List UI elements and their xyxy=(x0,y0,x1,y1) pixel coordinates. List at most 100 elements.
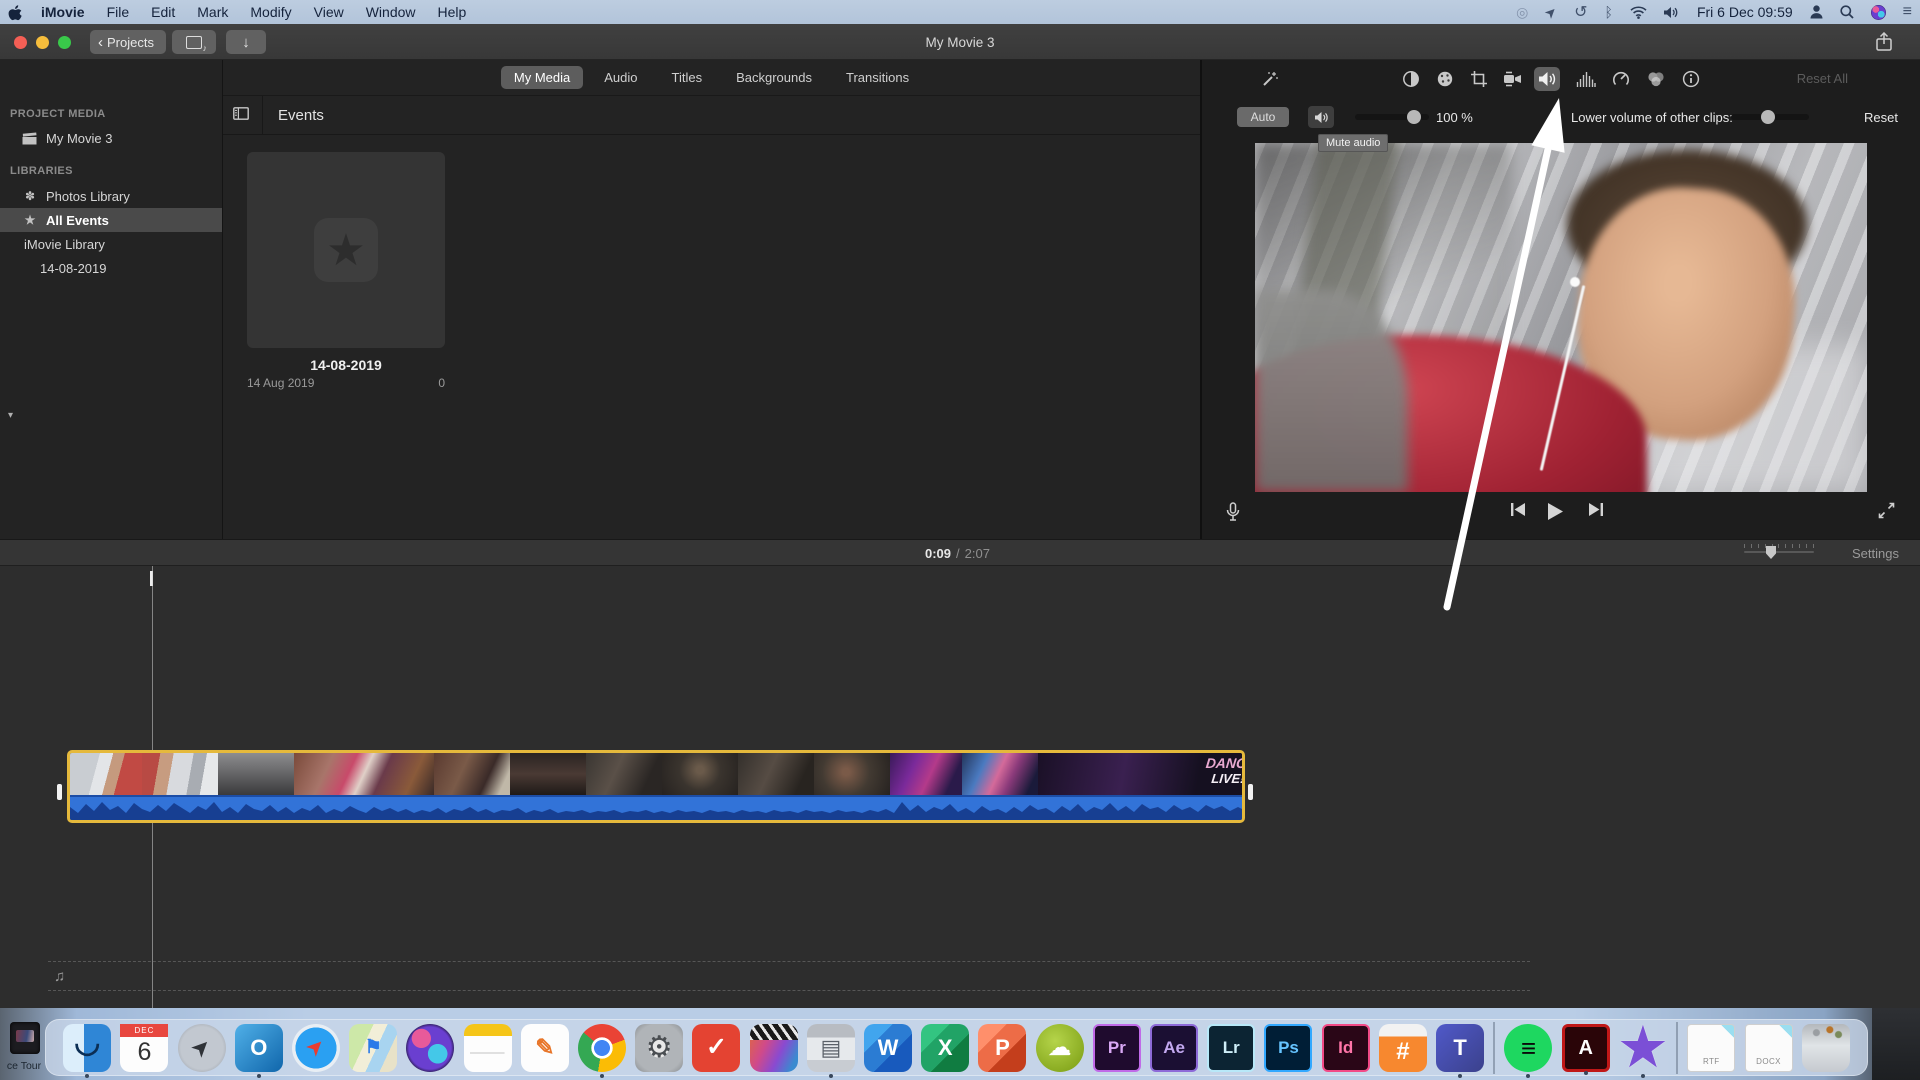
dock-launchpad[interactable]: ➤ xyxy=(177,1023,226,1072)
projects-back-button[interactable]: ‹ Projects xyxy=(90,30,166,54)
dock-pages[interactable]: ✎ xyxy=(520,1023,569,1072)
dock-file-rtf[interactable]: RTF xyxy=(1687,1023,1736,1072)
dock-acrobat[interactable]: A xyxy=(1561,1023,1610,1075)
auto-volume-button[interactable]: Auto xyxy=(1237,107,1289,127)
apple-menu-icon[interactable] xyxy=(0,2,30,22)
lower-volume-slider[interactable] xyxy=(1731,110,1809,124)
dock-powerpoint[interactable]: P xyxy=(978,1023,1027,1072)
share-button[interactable] xyxy=(1874,32,1896,52)
timeline-clip[interactable]: DANC LIVE! xyxy=(67,750,1245,823)
dock-lightroom[interactable]: Lr xyxy=(1207,1023,1256,1072)
dock-outlook[interactable]: O xyxy=(234,1023,283,1078)
import-media-button[interactable] xyxy=(172,30,216,54)
menu-item[interactable]: iMovie xyxy=(30,4,96,20)
clip-filter-icon[interactable] xyxy=(1643,67,1669,91)
mute-audio-button[interactable] xyxy=(1308,106,1334,128)
reset-button[interactable]: Reset xyxy=(1864,110,1898,125)
sidebar-item-label: 14-08-2019 xyxy=(40,260,107,276)
dock-system-preferences[interactable]: ⚙ xyxy=(635,1023,684,1072)
dock-excel[interactable]: X xyxy=(921,1023,970,1072)
sidebar-item-photos-library[interactable]: ✽ Photos Library xyxy=(0,184,222,208)
media-tab[interactable]: Transitions xyxy=(833,66,922,89)
volume-slider[interactable] xyxy=(1355,110,1429,124)
dock-cloud-app[interactable]: ☁ xyxy=(1035,1023,1084,1072)
dock-final-cut-pro[interactable] xyxy=(749,1023,798,1072)
menu-item[interactable]: Mark xyxy=(186,4,239,20)
dock-calendar[interactable]: DEC 6 xyxy=(120,1023,169,1072)
sidebar-toggle-icon[interactable] xyxy=(233,107,249,120)
sidebar-item-imovie-library[interactable]: ▾ iMovie Library xyxy=(0,232,222,422)
menu-item[interactable]: View xyxy=(303,4,355,20)
disclosure-triangle-icon[interactable]: ▾ xyxy=(8,410,13,421)
menu-item[interactable]: Edit xyxy=(140,4,186,20)
zoom-slider-thumb[interactable] xyxy=(1766,546,1776,559)
dock-finder[interactable]: ◡ xyxy=(63,1023,112,1078)
spiral-icon[interactable]: ◎ xyxy=(1516,4,1528,21)
import-button[interactable]: ↓ xyxy=(226,30,266,54)
previous-button[interactable] xyxy=(1510,502,1526,517)
dock-printer[interactable]: ▤ xyxy=(806,1023,855,1078)
media-tab[interactable]: Backgrounds xyxy=(723,66,825,89)
dock-todoist[interactable]: ✓ xyxy=(692,1023,741,1072)
stabilization-icon[interactable] xyxy=(1500,67,1526,91)
speed-icon[interactable] xyxy=(1608,67,1634,91)
dock-teams[interactable]: T xyxy=(1436,1023,1485,1078)
dock-notes[interactable] xyxy=(463,1023,512,1072)
reset-all-button[interactable]: Reset All xyxy=(1797,71,1848,86)
event-thumbnail[interactable]: ★ xyxy=(247,152,445,348)
menu-item[interactable]: Modify xyxy=(239,4,302,20)
background-music-well[interactable]: ♫ xyxy=(48,961,1530,991)
dock-word[interactable]: W xyxy=(864,1023,913,1072)
time-machine-icon[interactable]: ↺ xyxy=(1574,2,1587,22)
dock-after-effects[interactable]: Ae xyxy=(1150,1023,1199,1072)
menu-item[interactable]: Window xyxy=(355,4,427,20)
menu-clock[interactable]: Fri 6 Dec 09:59 xyxy=(1697,4,1793,20)
clip-trim-handle-left[interactable] xyxy=(57,784,62,800)
dock-premiere-pro[interactable]: Pr xyxy=(1092,1023,1141,1072)
timeline-settings-button[interactable]: Settings xyxy=(1852,546,1899,561)
media-tab[interactable]: Titles xyxy=(659,66,716,89)
dock-calculator[interactable]: # xyxy=(1378,1023,1427,1072)
menu-item[interactable]: File xyxy=(96,4,141,20)
location-icon[interactable]: ➤ xyxy=(1541,2,1561,22)
volume-adjust-icon[interactable] xyxy=(1534,67,1560,91)
list-icon[interactable]: ≡ xyxy=(1903,3,1912,21)
wifi-icon[interactable] xyxy=(1630,5,1647,19)
dock-maps[interactable]: ⚑ xyxy=(349,1023,398,1072)
media-tab[interactable]: Audio xyxy=(591,66,650,89)
volume-slider-knob[interactable] xyxy=(1407,110,1421,124)
dock-imovie[interactable]: ★ xyxy=(1619,1022,1667,1078)
dock-photoshop[interactable]: Ps xyxy=(1264,1023,1313,1072)
media-tab[interactable]: My Media xyxy=(500,66,584,89)
play-button[interactable] xyxy=(1546,502,1564,521)
dock-indesign[interactable]: Id xyxy=(1321,1023,1370,1072)
clip-trim-handle-right[interactable] xyxy=(1248,784,1253,800)
desktop-file-icon[interactable] xyxy=(10,1022,40,1054)
dock-siri[interactable] xyxy=(406,1023,455,1072)
color-balance-icon[interactable] xyxy=(1398,67,1424,91)
sidebar-item-my-movie[interactable]: My Movie 3 xyxy=(0,126,222,150)
spotlight-icon[interactable] xyxy=(1840,5,1854,19)
enhance-wand-icon[interactable] xyxy=(1257,67,1283,91)
volume-icon[interactable] xyxy=(1663,6,1680,19)
timeline-zoom-slider[interactable] xyxy=(1744,544,1814,559)
user-icon[interactable] xyxy=(1810,5,1823,19)
dock-safari[interactable]: ➤ xyxy=(292,1023,341,1072)
color-correction-icon[interactable] xyxy=(1432,67,1458,91)
crop-icon[interactable] xyxy=(1466,67,1492,91)
lower-volume-slider-knob[interactable] xyxy=(1761,110,1775,124)
menu-item[interactable]: Help xyxy=(427,4,478,20)
dock-spotify[interactable]: ≡ xyxy=(1504,1023,1553,1078)
sidebar-item-all-events[interactable]: ★ All Events xyxy=(0,208,222,232)
next-button[interactable] xyxy=(1588,502,1604,517)
fullscreen-icon[interactable] xyxy=(1878,502,1895,519)
noise-reduction-icon[interactable] xyxy=(1573,67,1599,91)
siri-icon[interactable] xyxy=(1870,4,1886,20)
bluetooth-icon[interactable]: ᛒ xyxy=(1605,4,1613,20)
sidebar-item-event-date[interactable]: 14-08-2019 xyxy=(0,256,222,280)
dock-trash[interactable] xyxy=(1801,1023,1850,1072)
dock-file-docx[interactable]: DOCX xyxy=(1744,1023,1793,1072)
voiceover-mic-button[interactable] xyxy=(1226,502,1240,522)
dock-chrome[interactable] xyxy=(578,1023,627,1078)
clip-info-icon[interactable] xyxy=(1678,67,1704,91)
